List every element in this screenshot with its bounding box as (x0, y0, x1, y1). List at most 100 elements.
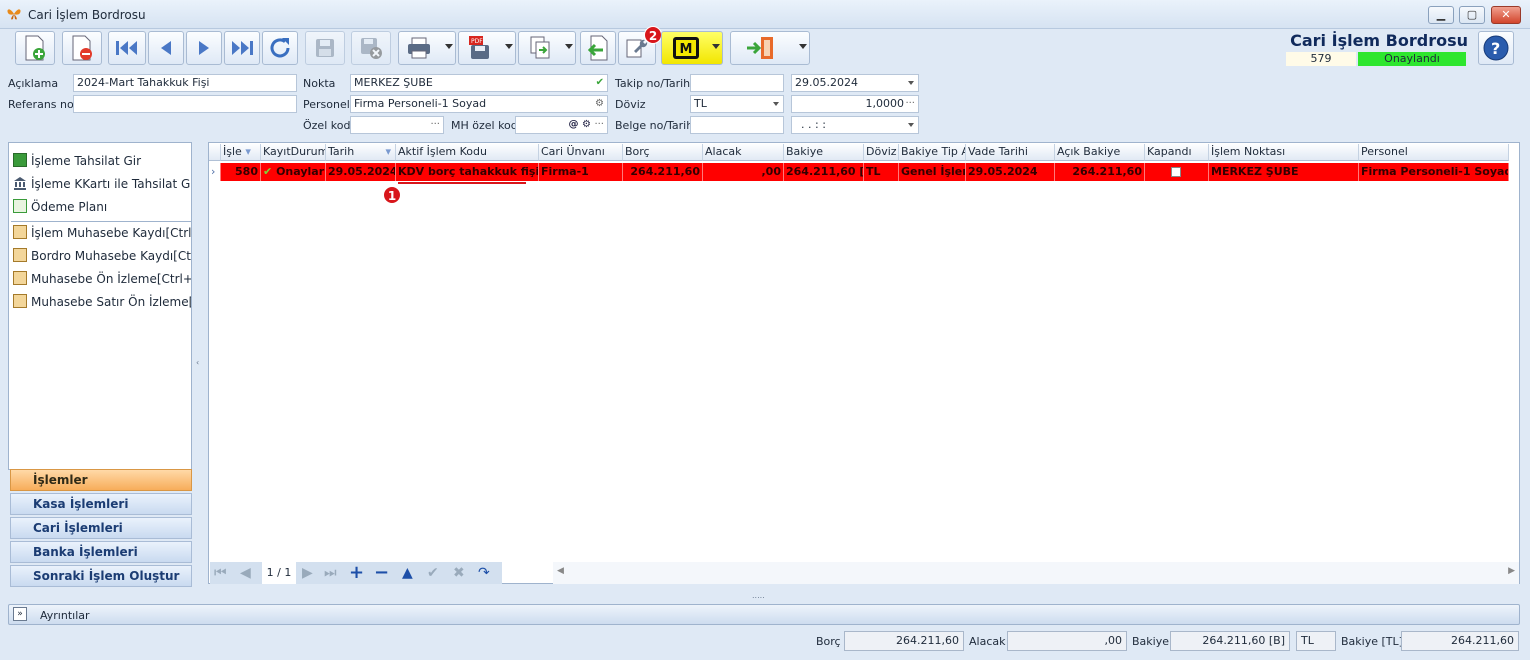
column-header-vade-tarihi[interactable]: Vade Tarihi (966, 144, 1055, 161)
export-pdf-button[interactable]: PDF (458, 31, 516, 65)
cell-islem-kodu[interactable]: KDV borç tahakkuk fişi (396, 163, 539, 181)
cell-acik-bakiye[interactable]: 264.211,60 (1055, 163, 1145, 181)
cell-alacak[interactable]: ,00 (703, 163, 784, 181)
column-header-kayit-durumu[interactable]: KayıtDurumu (261, 144, 326, 161)
refresh-button[interactable] (262, 31, 298, 65)
action-odeme-plani[interactable]: Ödeme Planı (13, 197, 191, 217)
cancel-button[interactable] (351, 31, 391, 65)
column-header-personel[interactable]: Personel (1359, 144, 1509, 161)
nav-last-icon[interactable]: ⏭ (324, 565, 337, 581)
takip-no-field[interactable] (690, 74, 784, 92)
nav-islemler[interactable]: İşlemler (10, 469, 192, 491)
ellipsis-icon[interactable]: ··· (430, 117, 440, 133)
belge-date-field[interactable]: . . : : (791, 116, 919, 134)
aciklama-field[interactable]: 2024-Mart Tahakkuk Fişi (73, 74, 297, 92)
import-button[interactable] (580, 31, 616, 65)
cancel-edit-icon[interactable]: ✖ (453, 565, 465, 581)
minimize-button[interactable]: ▁ (1428, 6, 1454, 24)
prev-record-button[interactable] (148, 31, 184, 65)
move-up-icon[interactable]: ▲ (402, 565, 413, 581)
print-button[interactable] (398, 31, 456, 65)
belge-no-field[interactable] (690, 116, 784, 134)
horizontal-scrollbar[interactable]: ◀ ▶ (553, 562, 1519, 584)
row-indicator[interactable]: › (209, 163, 221, 181)
cell-vade-tarihi[interactable]: 29.05.2024 (966, 163, 1055, 181)
refresh-icon (270, 38, 290, 58)
cell-borc[interactable]: 264.211,60 (623, 163, 703, 181)
nav-kasa-islemleri[interactable]: Kasa İşlemleri (10, 493, 192, 515)
column-header-bakiye-tip[interactable]: Bakiye Tip Ac (899, 144, 966, 161)
doviz-rate-field[interactable]: 1,0000 ··· (791, 95, 919, 113)
maximize-button[interactable]: ▢ (1459, 6, 1485, 24)
cell-isle[interactable]: 580 (221, 163, 261, 181)
next-record-button[interactable] (186, 31, 222, 65)
copy-button[interactable] (518, 31, 576, 65)
lookup-icon[interactable]: ⚙ (595, 96, 604, 112)
action-bordro-muhasebe[interactable]: Bordro Muhasebe Kaydı[Ctr... (13, 246, 191, 266)
chevron-down-icon[interactable] (908, 81, 914, 85)
cell-doviz[interactable]: TL (864, 163, 899, 181)
scroll-left-icon[interactable]: ◀ (557, 566, 564, 576)
splitter-grip[interactable]: ..... (752, 591, 765, 600)
cell-islem-noktasi[interactable]: MERKEZ ŞUBE (1209, 163, 1359, 181)
action-islem-muhasebe[interactable]: İşlem Muhasebe Kaydı[Ctrl... (13, 223, 191, 243)
action-kkarti-tahsilat[interactable]: İşleme KKartı ile Tahsilat Gir (13, 174, 191, 194)
nav-sonraki-islem[interactable]: Sonraki İşlem Oluştur (10, 565, 192, 587)
first-record-button[interactable] (108, 31, 146, 65)
column-header-bakiye[interactable]: Bakiye (784, 144, 864, 161)
close-button[interactable]: ✕ (1491, 6, 1521, 24)
column-header-acik-bakiye[interactable]: Açık Bakiye (1055, 144, 1145, 161)
delete-button[interactable] (62, 31, 102, 65)
details-bar[interactable]: » Ayrıntılar (8, 604, 1520, 625)
ozel-kod-field[interactable]: ··· (350, 116, 444, 134)
nav-first-icon[interactable]: ⏮ (214, 565, 227, 581)
add-row-icon[interactable]: + (349, 562, 364, 583)
new-button[interactable] (15, 31, 55, 65)
cell-bakiye-tip[interactable]: Genel İşlen (899, 163, 966, 181)
nav-prev-icon[interactable]: ◀ (240, 565, 251, 581)
kapandi-checkbox[interactable] (1171, 167, 1181, 177)
scroll-right-icon[interactable]: ▶ (1508, 566, 1515, 576)
last-record-button[interactable] (224, 31, 260, 65)
nokta-field[interactable]: MERKEZ ŞUBE ✔ (350, 74, 608, 92)
help-button[interactable]: ? (1478, 31, 1514, 65)
cell-tarih[interactable]: 29.05.2024 (326, 163, 396, 181)
action-muhasebe-satir-on-izleme[interactable]: Muhasebe Satır Ön İzleme[... (13, 292, 191, 312)
exit-button[interactable] (730, 31, 810, 65)
column-header-alacak[interactable]: Alacak (703, 144, 784, 161)
cell-cari-unvani[interactable]: Firma-1 (539, 163, 623, 181)
cell-bakiye[interactable]: 264.211,60 [E (784, 163, 864, 181)
action-tahsilat-gir[interactable]: İşleme Tahsilat Gir (13, 151, 191, 171)
personel-field[interactable]: Firma Personeli-1 Soyad ⚙ (350, 95, 608, 113)
splitter-handle[interactable]: ‹ (196, 358, 199, 367)
column-header-tarih[interactable]: Tarih ▾ (326, 144, 396, 161)
column-header-islem-kodu[interactable]: Aktif İşlem Kodu (396, 144, 539, 161)
cell-kapandi[interactable] (1145, 163, 1209, 181)
expand-icon[interactable]: » (13, 607, 27, 621)
nav-cari-islemleri[interactable]: Cari İşlemleri (10, 517, 192, 539)
cell-personel[interactable]: Firma Personeli-1 Soyad (1359, 163, 1509, 181)
chevron-down-icon[interactable] (908, 123, 914, 127)
nav-next-icon[interactable]: ▶ (302, 565, 313, 581)
at-icon[interactable]: @ ⚙ (569, 117, 591, 133)
redo-icon[interactable]: ↷ (478, 565, 490, 581)
cell-kayit-durumu[interactable]: ✔ Onaylar (261, 163, 326, 181)
accounting-button[interactable]: M (661, 31, 723, 65)
referans-field[interactable] (73, 95, 297, 113)
column-header-isle[interactable]: İşle ▾ (221, 144, 261, 161)
column-header-kapandi[interactable]: Kapandı (1145, 144, 1209, 161)
column-header-islem-noktasi[interactable]: İşlem Noktası (1209, 144, 1359, 161)
ellipsis-icon[interactable]: ··· (905, 96, 915, 112)
ellipsis-icon[interactable]: ··· (594, 117, 604, 133)
doviz-select[interactable]: TL (690, 95, 784, 113)
takip-date-field[interactable]: 29.05.2024 (791, 74, 919, 92)
column-header-cari-unvani[interactable]: Cari Ünvanı (539, 144, 623, 161)
column-header-doviz[interactable]: Döviz (864, 144, 899, 161)
confirm-icon[interactable]: ✔ (427, 565, 439, 581)
remove-row-icon[interactable]: − (374, 562, 389, 583)
action-muhasebe-on-izleme[interactable]: Muhasebe Ön İzleme[Ctrl+I] (13, 269, 191, 289)
nav-banka-islemleri[interactable]: Banka İşlemleri (10, 541, 192, 563)
mh-ozel-kod-field[interactable]: @ ⚙ ··· (515, 116, 608, 134)
column-header-borc[interactable]: Borç (623, 144, 703, 161)
save-button[interactable] (305, 31, 345, 65)
